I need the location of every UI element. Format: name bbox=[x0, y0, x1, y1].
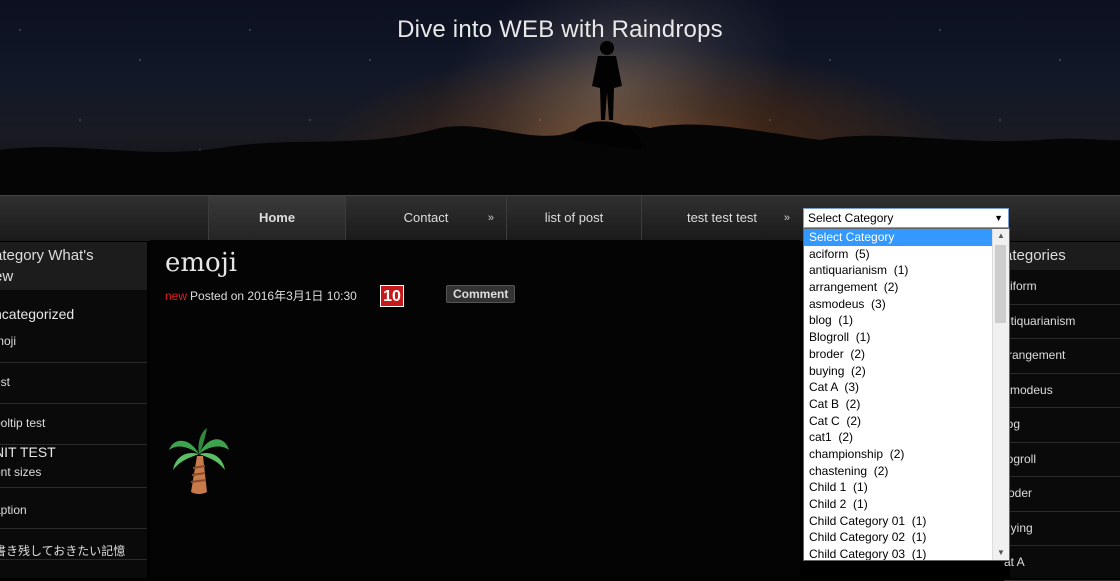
dropdown-option[interactable]: Cat C (2) bbox=[804, 413, 994, 430]
dropdown-option[interactable]: championship (2) bbox=[804, 446, 994, 463]
category-dropdown[interactable]: Select Category aciform (5) antiquarianism… bbox=[803, 228, 1010, 561]
dropdown-option[interactable]: Cat A (3) bbox=[804, 379, 994, 396]
dropdown-option[interactable]: broder (2) bbox=[804, 346, 994, 363]
category-item[interactable]: ciform bbox=[1004, 270, 1120, 305]
site-header: Dive into WEB with Raindrops bbox=[0, 0, 1120, 195]
list-item[interactable]: moji bbox=[0, 324, 147, 363]
scroll-up-icon[interactable]: ▲ bbox=[993, 229, 1009, 243]
dropdown-option[interactable]: chastening (2) bbox=[804, 463, 994, 480]
select-value: Select Category bbox=[808, 211, 894, 225]
dropdown-option[interactable]: Select Category bbox=[804, 229, 994, 246]
widget-title-text: ategory What's ew bbox=[0, 247, 94, 285]
chevron-down-icon: » bbox=[783, 212, 790, 224]
list-item[interactable]: ooltip test bbox=[0, 404, 147, 445]
list-item[interactable]: aption bbox=[0, 488, 147, 529]
category-item[interactable]: uying bbox=[1004, 512, 1120, 546]
left-sidebar: ategory What's ew ncategorized moji est … bbox=[0, 242, 147, 578]
dropdown-option[interactable]: arrangement (2) bbox=[804, 279, 994, 296]
category-item[interactable]: at A bbox=[1004, 546, 1120, 581]
category-item[interactable]: rrangement bbox=[1004, 339, 1120, 374]
nav-item-test-test-test[interactable]: test test test » bbox=[641, 196, 802, 241]
post-date: Posted on 2016年3月1日 10:30 bbox=[190, 289, 357, 303]
dropdown-option[interactable]: cat1 (2) bbox=[804, 429, 994, 446]
comment-button[interactable]: Comment bbox=[446, 285, 516, 303]
nav-item-home[interactable]: Home bbox=[208, 196, 345, 241]
right-sidebar: ategories ciform ntiquarianism rrangement s… bbox=[1004, 242, 1120, 581]
category-group: ncategorized moji est ooltip test NIT TE… bbox=[0, 304, 147, 560]
dropdown-scrollbar[interactable]: ▲ ▼ bbox=[992, 229, 1009, 560]
dropdown-option[interactable]: Child 2 (1) bbox=[804, 496, 994, 513]
category-item[interactable]: logroll bbox=[1004, 443, 1120, 477]
category-item[interactable]: log bbox=[1004, 408, 1120, 443]
scroll-down-icon[interactable]: ▼ bbox=[993, 546, 1009, 560]
calendar-icon: 10 bbox=[380, 285, 404, 307]
category-item[interactable]: roder bbox=[1004, 477, 1120, 512]
site-title[interactable]: Dive into WEB with Raindrops bbox=[0, 16, 1120, 44]
dropdown-arrow-icon[interactable]: ▼ bbox=[994, 209, 1003, 228]
nav-item-contact[interactable]: Contact » bbox=[345, 196, 506, 241]
dropdown-option[interactable]: Child Category 03 (1) bbox=[804, 546, 994, 560]
category-item[interactable]: ntiquarianism bbox=[1004, 305, 1120, 339]
category-heading[interactable]: ncategorized bbox=[0, 304, 147, 324]
nav-item-label: Contact bbox=[403, 210, 449, 225]
dropdown-option[interactable]: blog (1) bbox=[804, 312, 994, 329]
dropdown-option[interactable]: buying (2) bbox=[804, 363, 994, 380]
list-item[interactable]: ont sizes bbox=[0, 461, 147, 488]
new-badge: new bbox=[165, 289, 188, 303]
widget-title: ategory What's ew bbox=[0, 242, 147, 290]
scrollbar-thumb[interactable] bbox=[995, 245, 1006, 323]
widget-title: ategories bbox=[1004, 242, 1120, 270]
dropdown-option[interactable]: Blogroll (1) bbox=[804, 329, 994, 346]
list-item[interactable]: est bbox=[0, 363, 147, 404]
category-list: ciform ntiquarianism rrangement smodeus log l… bbox=[1004, 270, 1120, 581]
nav-item-label: test test test bbox=[686, 210, 758, 225]
post-content: emoji new Posted on 2016年3月1日 10:30 10 Co… bbox=[150, 240, 800, 578]
category-select[interactable]: Select Category ▼ bbox=[803, 208, 1009, 228]
dropdown-option[interactable]: Child Category 01 (1) bbox=[804, 513, 994, 530]
nav-item-list-of-post[interactable]: list of post bbox=[506, 196, 641, 241]
dropdown-option[interactable]: Child Category 02 (1) bbox=[804, 529, 994, 546]
chevron-down-icon: » bbox=[487, 212, 494, 224]
category-heading[interactable]: NIT TEST bbox=[0, 443, 147, 461]
post-title[interactable]: emoji bbox=[165, 248, 237, 278]
palm-tree-emoji bbox=[169, 428, 229, 494]
post-meta: new Posted on 2016年3月1日 10:30 bbox=[165, 287, 357, 304]
list-item[interactable]: 書き残しておきたい記憶 bbox=[0, 529, 147, 560]
category-item[interactable]: smodeus bbox=[1004, 374, 1120, 408]
dropdown-option[interactable]: asmodeus (3) bbox=[804, 296, 994, 313]
dropdown-option[interactable]: Child 1 (1) bbox=[804, 479, 994, 496]
dropdown-option[interactable]: aciform (5) bbox=[804, 246, 994, 263]
dropdown-options: Select Category aciform (5) antiquarianism… bbox=[804, 229, 994, 560]
dropdown-option[interactable]: Cat B (2) bbox=[804, 396, 994, 413]
dropdown-option[interactable]: antiquarianism (1) bbox=[804, 262, 994, 279]
